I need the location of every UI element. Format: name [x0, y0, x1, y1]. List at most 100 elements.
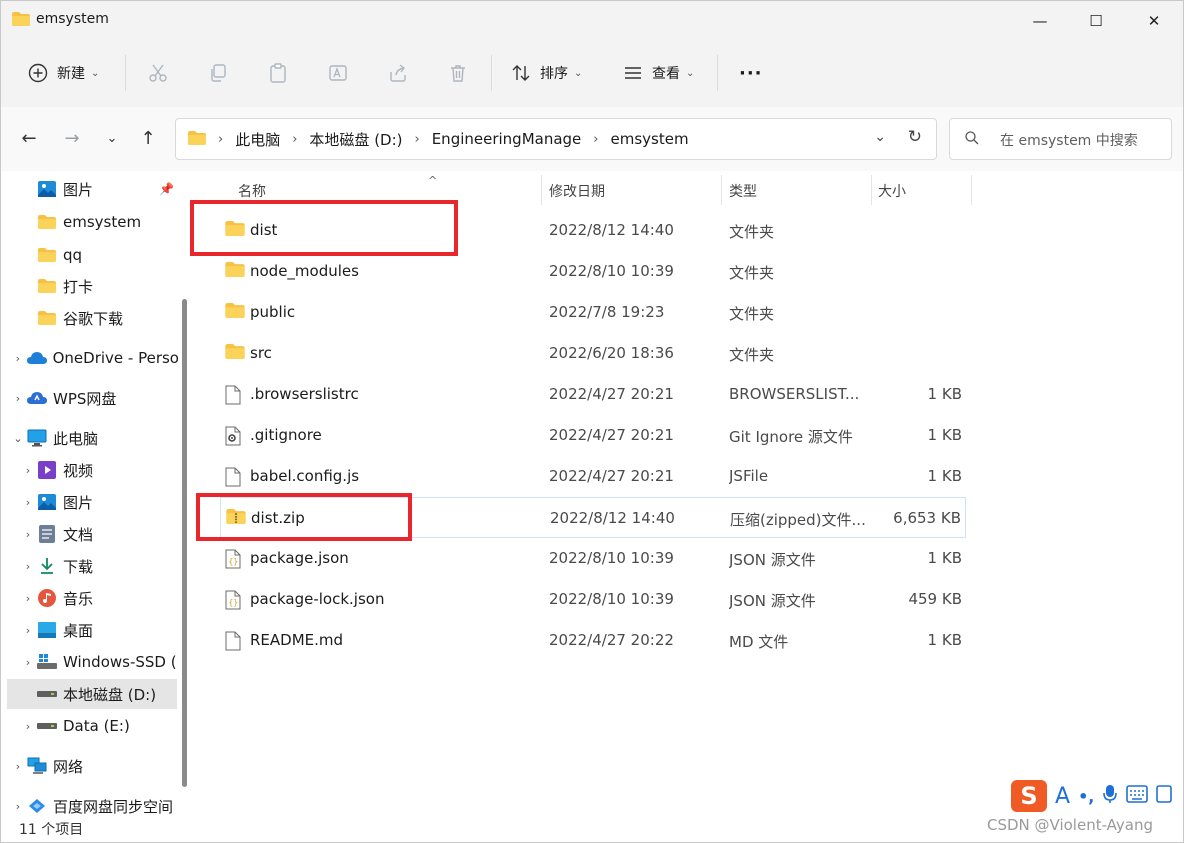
sogou-logo-icon[interactable]: S	[1011, 780, 1047, 812]
chevron-right-icon[interactable]: ›	[19, 656, 37, 669]
forward-button[interactable]: →	[57, 123, 87, 153]
sort-button[interactable]: 排序 ⌄	[510, 55, 582, 91]
documents-icon	[37, 525, 57, 543]
sidebar-item-network[interactable]: › 网络	[9, 751, 179, 781]
column-divider[interactable]	[541, 175, 542, 205]
back-button[interactable]: ←	[14, 123, 44, 153]
highlight-box	[196, 493, 412, 541]
navigation-pane: 图片 📌 emsystem qq 打卡 谷歌下载 › OneDrive - Pe…	[1, 171, 191, 816]
chevron-right-icon[interactable]: ›	[9, 392, 27, 405]
file-row[interactable]: {} package-lock.json 2022/8/10 10:39 JSON 源…	[220, 579, 966, 620]
breadcrumb-item[interactable]: 此电脑	[235, 129, 280, 150]
breadcrumb-item[interactable]: emsystem	[611, 130, 689, 148]
file-size: 1 KB	[927, 385, 962, 403]
cut-button[interactable]	[147, 55, 169, 91]
file-type: MD 文件	[729, 633, 789, 651]
file-row[interactable]: public 2022/7/8 19:23 文件夹	[220, 292, 966, 333]
item-count: 11 个项目	[19, 822, 84, 838]
sidebar-item-music[interactable]: › 音乐	[19, 583, 179, 613]
new-button[interactable]: 新建 ⌄	[27, 55, 99, 91]
desktop-icon	[37, 621, 57, 639]
ime-skin-icon[interactable]	[1156, 784, 1173, 808]
column-divider[interactable]	[971, 175, 972, 205]
pin-icon[interactable]: 📌	[159, 182, 174, 196]
copy-button[interactable]	[207, 55, 229, 91]
chevron-right-icon[interactable]: ›	[19, 560, 37, 573]
column-header-date[interactable]: 修改日期	[549, 177, 719, 205]
ime-language-icon[interactable]: A	[1055, 784, 1070, 809]
sidebar-item-daka[interactable]: 打卡	[19, 271, 179, 301]
file-row[interactable]: node_modules 2022/8/10 10:39 文件夹	[220, 251, 966, 292]
sidebar-item-google-downloads[interactable]: 谷歌下载	[19, 303, 179, 333]
divider	[125, 55, 126, 91]
sidebar-item-data-e[interactable]: › Data (E:)	[19, 711, 179, 741]
delete-button[interactable]	[447, 55, 469, 91]
sidebar-item-desktop[interactable]: › 桌面	[19, 615, 179, 645]
column-header-type[interactable]: 类型	[729, 177, 869, 205]
up-button[interactable]: ↑	[133, 123, 163, 153]
sidebar-item-onedrive[interactable]: › OneDrive - Perso	[9, 343, 179, 373]
sidebar-item-this-pc[interactable]: ⌄ 此电脑	[9, 423, 179, 453]
file-row[interactable]: README.md 2022/4/27 20:22 MD 文件 1 KB	[220, 620, 966, 661]
keyboard-icon[interactable]	[1126, 785, 1149, 807]
file-row[interactable]: src 2022/6/20 18:36 文件夹	[220, 333, 966, 374]
chevron-down-icon[interactable]: ⌄	[9, 432, 27, 445]
rename-icon	[327, 62, 349, 84]
recent-locations-button[interactable]: ⌄	[97, 123, 127, 153]
file-row[interactable]: babel.config.js 2022/4/27 20:21 JSFile 1 KB	[220, 456, 966, 497]
column-divider[interactable]	[871, 175, 872, 205]
file-name: package.json	[250, 549, 349, 567]
sidebar-item-emsystem[interactable]: emsystem	[19, 207, 179, 237]
address-bar[interactable]: › 此电脑 › 本地磁盘 (D:) › EngineeringManage › …	[175, 118, 937, 160]
address-history-button[interactable]: ⌄	[874, 129, 886, 145]
share-button[interactable]	[387, 55, 409, 91]
chevron-right-icon[interactable]: ›	[19, 624, 37, 637]
file-type: 文件夹	[729, 305, 775, 323]
ime-toolbar[interactable]: S A •,	[1011, 779, 1173, 813]
column-header-size[interactable]: 大小	[878, 177, 968, 205]
column-divider[interactable]	[721, 175, 722, 205]
file-row[interactable]: {} package.json 2022/8/10 10:39 JSON 源文件 1 K…	[220, 538, 966, 579]
sidebar-item-local-disk-d[interactable]: 本地磁盘 (D:)	[7, 679, 177, 709]
chevron-right-icon[interactable]: ›	[19, 528, 37, 541]
sidebar-item-windows-ssd[interactable]: › Windows-SSD (	[19, 647, 179, 677]
chevron-right-icon[interactable]: ›	[9, 800, 27, 813]
refresh-icon[interactable]: ↻	[908, 127, 922, 147]
sidebar-item-pictures[interactable]: 图片 📌	[19, 174, 179, 204]
file-row[interactable]: .gitignore 2022/4/27 20:21 Git Ignore 源文件 1…	[220, 415, 966, 456]
maximize-button[interactable]: ☐	[1067, 1, 1125, 41]
sidebar-item-pictures-pc[interactable]: › 图片	[19, 487, 179, 517]
paste-button[interactable]	[267, 55, 289, 91]
title-bar[interactable]: emsystem — ☐ ✕	[1, 1, 1183, 41]
chevron-right-icon[interactable]: ›	[19, 464, 37, 477]
chevron-right-icon[interactable]: ›	[19, 720, 37, 733]
sidebar-item-label: 打卡	[63, 277, 94, 296]
ime-punct-icon[interactable]: •,	[1078, 787, 1094, 806]
file-list: 名称 ^ 修改日期 类型 大小 dist 2022/8/12 14:40 文件夹 no…	[190, 171, 1183, 814]
sidebar-item-videos[interactable]: › 视频	[19, 455, 179, 485]
chevron-right-icon[interactable]: ›	[9, 760, 27, 773]
sidebar-item-wps[interactable]: › WPS网盘	[9, 383, 179, 413]
file-row[interactable]: .browserslistrc 2022/4/27 20:21 BROWSERSLI…	[220, 374, 966, 415]
rename-button[interactable]	[327, 55, 349, 91]
more-button[interactable]: ···	[739, 55, 763, 91]
chevron-right-icon[interactable]: ›	[9, 352, 27, 365]
breadcrumb-item[interactable]: 本地磁盘 (D:)	[309, 129, 402, 150]
sidebar-item-documents[interactable]: › 文档	[19, 519, 179, 549]
file-name: .browserslistrc	[250, 385, 359, 403]
sidebar-scrollbar[interactable]	[182, 299, 187, 787]
file-date: 2022/8/10 10:39	[549, 590, 674, 608]
view-button[interactable]: 查看 ⌄	[622, 55, 694, 91]
sidebar-item-qq[interactable]: qq	[19, 240, 179, 270]
chevron-right-icon[interactable]: ›	[19, 496, 37, 509]
column-header-label: 名称	[238, 184, 266, 200]
sidebar-item-downloads[interactable]: › 下载	[19, 551, 179, 581]
microphone-icon[interactable]	[1102, 784, 1118, 808]
file-type: Git Ignore 源文件	[729, 428, 853, 446]
minimize-button[interactable]: —	[1011, 1, 1069, 41]
breadcrumb-item[interactable]: EngineeringManage	[432, 130, 582, 148]
file-name: package-lock.json	[250, 590, 385, 608]
chevron-right-icon[interactable]: ›	[19, 592, 37, 605]
search-box[interactable]: 在 emsystem 中搜索	[949, 118, 1172, 160]
close-button[interactable]: ✕	[1125, 1, 1183, 41]
